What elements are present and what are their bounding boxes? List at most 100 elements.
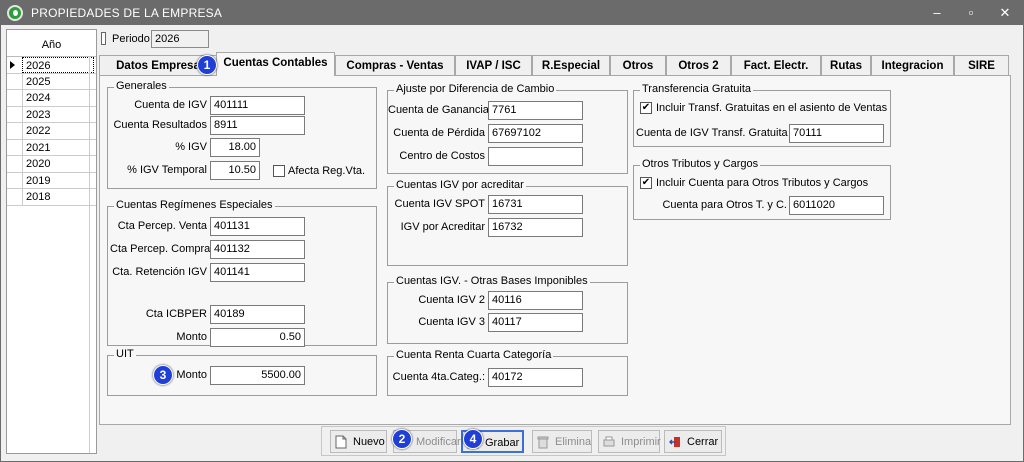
afecta-reg-vta-label: Afecta Reg.Vta. <box>288 165 366 177</box>
percep-venta-label: Cta Percep. Venta <box>117 220 207 232</box>
year-row[interactable]: 2019 <box>7 172 96 189</box>
igv-acreditar-title: Cuentas IGV por acreditar <box>394 179 526 191</box>
otros-tributos-checkbox[interactable]: ✔ <box>640 177 652 189</box>
tab-integracion[interactable]: Integracion <box>871 55 954 76</box>
cuenta-igv3-label: Cuenta IGV 3 <box>418 316 485 328</box>
centro-costos-field[interactable] <box>488 147 583 166</box>
cuenta-otros-field[interactable]: 6011020 <box>789 196 884 215</box>
year-row[interactable]: 2020 <box>7 156 96 173</box>
cuenta-igv2-field[interactable]: 40116 <box>488 291 583 310</box>
maximize-button[interactable]: ▫ <box>957 4 985 22</box>
elimina-button[interactable]: Elimina <box>532 430 592 453</box>
percep-compra-label: Cta Percep. Compra <box>110 243 211 255</box>
retencion-igv-label: Cta. Retención IGV <box>112 266 207 278</box>
cuenta-perdida-label: Cuenta de Pérdida <box>393 127 485 139</box>
cuenta-perdida-field[interactable]: 67697102 <box>488 124 583 143</box>
tab-cuentas-contables[interactable]: Cuentas Contables <box>216 52 335 76</box>
regimenes-title: Cuentas Regímenes Especiales <box>114 199 275 211</box>
afecta-reg-vta-checkbox[interactable] <box>273 165 285 177</box>
cuenta-resultados-label: Cuenta Resultados <box>113 119 207 131</box>
year-grid-scrollbar[interactable] <box>89 57 96 453</box>
transferencia-title: Transferencia Gratuita <box>640 83 754 95</box>
year-row[interactable]: 2025 <box>7 73 96 90</box>
centro-costos-label: Centro de Costos <box>399 150 485 162</box>
year-row[interactable]: 2026 <box>7 57 96 74</box>
pct-igv-temporal-label: % IGV Temporal <box>127 164 207 176</box>
year-row[interactable]: 2022 <box>7 123 96 140</box>
minimize-button[interactable]: – <box>923 4 951 22</box>
icbper-field[interactable]: 40189 <box>210 305 305 324</box>
row-pointer-icon <box>10 61 15 69</box>
year-row[interactable]: 2021 <box>7 139 96 156</box>
trash-icon <box>537 436 549 449</box>
tab-ivap-isc[interactable]: IVAP / ISC <box>455 55 532 76</box>
transf-gratuita-label: Incluir Transf. Gratuitas en el asiento … <box>656 102 888 114</box>
tab-otros-2[interactable]: Otros 2 <box>666 55 731 76</box>
title-bar: PROPIEDADES DE LA EMPRESA – ▫ ✕ <box>1 1 1023 25</box>
ajuste-title: Ajuste por Diferencia de Cambio <box>394 83 557 95</box>
imprimir-button[interactable]: Imprimir <box>598 430 661 453</box>
tab-sire[interactable]: SIRE <box>954 55 1009 76</box>
new-document-icon <box>335 435 347 449</box>
annotation-badge-2: 2 <box>392 429 412 449</box>
cuenta-igv3-field[interactable]: 40117 <box>488 313 583 332</box>
igv-acreditar-field[interactable]: 16732 <box>488 218 583 237</box>
otras-bases-group: Cuentas IGV. - Otras Bases Imponibles Cu… <box>387 275 628 344</box>
cuenta-igv-field[interactable]: 401111 <box>210 96 305 115</box>
printer-icon <box>603 436 615 447</box>
tab-otros[interactable]: Otros <box>610 55 666 76</box>
percep-venta-field[interactable]: 401131 <box>210 217 305 236</box>
exit-icon <box>669 437 680 447</box>
otros-tributos-group: Otros Tributos y Cargos ✔ Incluir Cuenta… <box>633 158 891 220</box>
action-toolbar: Nuevo Modificar Grabar Elimina Imprimir … <box>321 426 726 456</box>
window-title: PROPIEDADES DE LA EMPRESA <box>31 6 223 20</box>
otros-tributos-label: Incluir Cuenta para Otros Tributos y Car… <box>656 177 869 189</box>
icbper-label: Cta ICBPER <box>145 308 207 320</box>
renta-title: Cuenta Renta Cuarta Categoría <box>394 349 554 361</box>
cuenta-igv-label: Cuenta de IGV <box>134 99 207 111</box>
cuenta-otros-label: Cuenta para Otros T. y C. <box>662 199 787 211</box>
tab-r-especial[interactable]: R.Especial <box>532 55 610 76</box>
otros-tributos-title: Otros Tributos y Cargos <box>640 158 761 170</box>
year-column-header: Año <box>7 30 96 57</box>
regimenes-especiales-group: Cuentas Regímenes Especiales Cta Percep.… <box>107 199 377 347</box>
monto-field[interactable]: 0.50 <box>210 328 305 347</box>
year-row[interactable]: 2018 <box>7 189 96 206</box>
ajuste-cambio-group: Ajuste por Diferencia de Cambio Cuenta d… <box>387 83 628 174</box>
tab-panel-cuentas-contables: Generales Cuenta de IGV 401111 Cuenta Re… <box>99 75 1011 425</box>
igv-spot-field[interactable]: 16731 <box>488 195 583 214</box>
percep-compra-field[interactable]: 401132 <box>210 240 305 259</box>
annotation-badge-4: 4 <box>463 429 483 449</box>
cuenta-ganancia-field[interactable]: 7761 <box>488 101 583 120</box>
cerrar-button[interactable]: Cerrar <box>664 430 722 453</box>
igv-acreditar-label: IGV por Acreditar <box>400 221 485 233</box>
tab-compras-ventas[interactable]: Compras - Ventas <box>335 55 455 76</box>
cuenta-resultados-field[interactable]: 8911 <box>210 116 305 135</box>
tab-rutas[interactable]: Rutas <box>821 55 871 76</box>
pct-igv-field[interactable]: 18.00 <box>210 138 260 157</box>
nuevo-button[interactable]: Nuevo <box>330 430 387 453</box>
uit-monto-field[interactable]: 5500.00 <box>210 366 305 385</box>
close-button[interactable]: ✕ <box>991 4 1019 22</box>
cuenta-transf-field[interactable]: 70111 <box>789 124 884 143</box>
generales-group: Generales Cuenta de IGV 401111 Cuenta Re… <box>107 80 377 189</box>
uit-title: UIT <box>114 348 136 360</box>
generales-title: Generales <box>114 80 169 92</box>
igv-acreditar-group: Cuentas IGV por acreditar Cuenta IGV SPO… <box>387 179 628 266</box>
pct-igv-temporal-field[interactable]: 10.50 <box>210 161 260 180</box>
periodo-field: 2026 <box>151 30 209 48</box>
cuenta-4ta-field[interactable]: 40172 <box>488 368 583 387</box>
year-row[interactable]: 2023 <box>7 106 96 123</box>
year-row[interactable]: 2024 <box>7 90 96 107</box>
tab-fact-electr[interactable]: Fact. Electr. <box>731 55 821 76</box>
year-grid: Año 2026 2025 2024 2023 2022 2021 2020 2… <box>6 29 97 454</box>
transf-gratuita-checkbox[interactable]: ✔ <box>640 102 652 114</box>
cuenta-transf-label: Cuenta de IGV Transf. Gratuita <box>636 127 788 139</box>
retencion-igv-field[interactable]: 401141 <box>210 263 305 282</box>
cuenta-4ta-label: Cuenta 4ta.Categ.: <box>392 371 485 383</box>
pct-igv-label: % IGV <box>175 141 207 153</box>
cuenta-ganancia-label: Cuenta de Ganancia <box>388 104 489 116</box>
transferencia-gratuita-group: Transferencia Gratuita ✔ Incluir Transf.… <box>633 83 891 147</box>
periodo-label: Periodo <box>112 33 150 45</box>
renta-cuarta-group: Cuenta Renta Cuarta Categoría Cuenta 4ta… <box>387 349 628 396</box>
